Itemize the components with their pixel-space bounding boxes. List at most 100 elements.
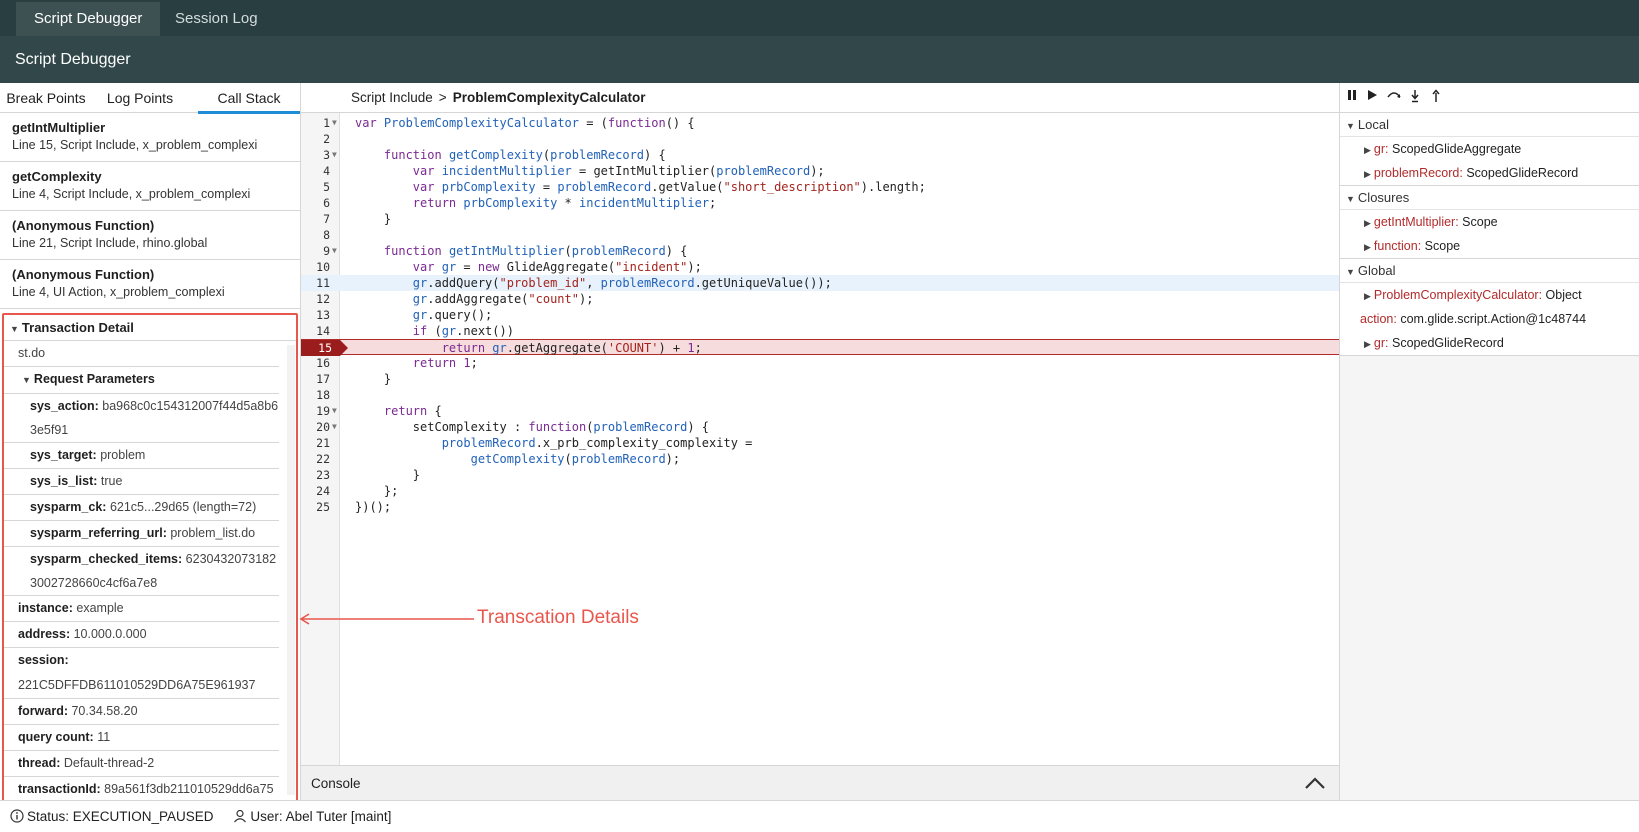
- transaction-url-value: st.do: [18, 346, 46, 360]
- code-text: setComplexity : function(problemRecord) …: [355, 420, 710, 434]
- code-area[interactable]: 1 ▼ var ProblemComplexityCalculator = (fun…: [301, 115, 1339, 515]
- line-number[interactable]: 3: [301, 147, 330, 163]
- code-text: }: [355, 372, 392, 386]
- line-number[interactable]: 23: [301, 467, 330, 483]
- page-title: Script Debugger: [0, 36, 1639, 83]
- param-key: sysparm_checked_items:: [30, 552, 183, 566]
- scope-variable[interactable]: ▶ ProblemComplexityCalculator: Object: [1340, 283, 1639, 307]
- fold-toggle-icon[interactable]: ▼: [332, 115, 337, 131]
- line-number[interactable]: 6: [301, 195, 330, 211]
- chevron-up-icon[interactable]: [1305, 777, 1325, 789]
- collapsed-triangle-icon: ▶: [1364, 169, 1371, 179]
- code-line: 2: [301, 131, 1339, 147]
- line-number[interactable]: 2: [301, 131, 330, 147]
- scope-variable[interactable]: ▶ gr: ScopedGlideRecord: [1340, 331, 1639, 355]
- code-line: 21 problemRecord.x_prb_complexity_comple…: [301, 435, 1339, 451]
- step-into-icon[interactable]: [1407, 89, 1423, 105]
- request-parameters-label: Request Parameters: [33, 372, 155, 386]
- scope-local-label: Local: [1357, 117, 1389, 132]
- line-number[interactable]: 1: [301, 115, 330, 131]
- code-text: return {: [383, 404, 442, 418]
- detail-key: instance:: [18, 601, 73, 615]
- step-out-icon[interactable]: [1428, 89, 1444, 105]
- detail-value: Default-thread-2: [63, 756, 155, 770]
- line-number[interactable]: 24: [301, 483, 330, 499]
- line-number[interactable]: 18: [301, 387, 330, 403]
- collapsed-triangle-icon: ▶: [1364, 218, 1371, 228]
- console-bar[interactable]: Console: [301, 765, 1339, 800]
- line-number[interactable]: 16: [301, 355, 330, 371]
- call-stack-item[interactable]: (Anonymous Function) Line 4, UI Action, …: [0, 260, 300, 309]
- variable-name: problemRecord:: [1373, 166, 1463, 180]
- line-number[interactable]: 13: [301, 307, 330, 323]
- scope-closures-header[interactable]: ▼ Closures: [1340, 186, 1639, 210]
- transaction-detail-header[interactable]: ▼ Transaction Detail: [4, 315, 296, 341]
- code-line: 25})();: [301, 499, 1339, 515]
- breadcrumb-parent[interactable]: Script Include: [351, 90, 433, 105]
- scope-global-header[interactable]: ▼ Global: [1340, 259, 1639, 283]
- breadcrumb-current: ProblemComplexityCalculator: [452, 90, 646, 105]
- detail-row: forward: 70.34.58.20: [4, 699, 279, 725]
- code-line: 23 }: [301, 467, 1339, 483]
- tab-session-log[interactable]: Session Log: [157, 2, 276, 36]
- fold-toggle-icon[interactable]: ▼: [332, 419, 337, 435]
- param-row: sysparm_referring_url: problem_list.do: [4, 521, 279, 547]
- call-stack-item[interactable]: getIntMultiplier Line 15, Script Include…: [0, 113, 300, 162]
- scope-variable[interactable]: action: com.glide.script.Action@1c48744: [1340, 307, 1639, 331]
- scrollbar-track[interactable]: [287, 345, 295, 795]
- scope-local-header[interactable]: ▼ Local: [1340, 113, 1639, 137]
- line-number[interactable]: 11: [301, 275, 330, 291]
- line-number[interactable]: 15: [301, 340, 340, 356]
- variable-value: ScopedGlideRecord: [1466, 166, 1579, 180]
- code-line: 14 if (gr.next()): [301, 323, 1339, 339]
- code-text: function getIntMultiplier(problemRecord)…: [383, 244, 688, 258]
- play-icon[interactable]: [1364, 89, 1380, 105]
- line-number[interactable]: 21: [301, 435, 330, 451]
- line-number[interactable]: 17: [301, 371, 330, 387]
- request-parameters-toggle[interactable]: ▼ Request Parameters: [4, 367, 279, 394]
- variable-name: gr:: [1373, 336, 1389, 350]
- line-number[interactable]: 10: [301, 259, 330, 275]
- line-number[interactable]: 14: [301, 323, 330, 339]
- tab-script-debugger[interactable]: Script Debugger: [16, 2, 161, 36]
- line-number[interactable]: 7: [301, 211, 330, 227]
- scope-variable[interactable]: ▶ function: Scope: [1340, 234, 1639, 258]
- variable-name: action:: [1360, 312, 1397, 326]
- line-number[interactable]: 12: [301, 291, 330, 307]
- code-text: return prbComplexity * incidentMultiplie…: [412, 196, 717, 210]
- transaction-detail-title: Transaction Detail: [21, 320, 134, 335]
- param-key: sysparm_referring_url:: [30, 526, 167, 540]
- pause-icon[interactable]: [1344, 89, 1360, 105]
- tab-log-points[interactable]: Log Points: [100, 83, 180, 113]
- line-number[interactable]: 8: [301, 227, 330, 243]
- fold-toggle-icon[interactable]: ▼: [332, 403, 337, 419]
- code-line: 12 gr.addAggregate("count");: [301, 291, 1339, 307]
- tab-break-points[interactable]: Break Points: [0, 83, 92, 113]
- line-number[interactable]: 9: [301, 243, 330, 259]
- variable-value: Scope: [1424, 239, 1461, 253]
- line-number[interactable]: 5: [301, 179, 330, 195]
- call-stack-item[interactable]: (Anonymous Function) Line 21, Script Inc…: [0, 211, 300, 260]
- line-number[interactable]: 4: [301, 163, 330, 179]
- detail-value: example: [76, 601, 124, 615]
- code-text: gr.query();: [412, 308, 493, 322]
- fold-toggle-icon[interactable]: ▼: [332, 243, 337, 259]
- tab-call-stack[interactable]: Call Stack: [198, 83, 300, 114]
- param-row: sysparm_ck: 621c5...29d65 (length=72): [4, 495, 279, 521]
- line-number[interactable]: 20: [301, 419, 330, 435]
- scope-variable[interactable]: ▶ gr: ScopedGlideAggregate: [1340, 137, 1639, 161]
- step-over-icon[interactable]: [1386, 89, 1402, 105]
- user-icon: [234, 809, 247, 823]
- fold-toggle-icon[interactable]: ▼: [332, 147, 337, 163]
- line-number[interactable]: 25: [301, 499, 330, 515]
- call-stack-item[interactable]: getComplexity Line 4, Script Include, x_…: [0, 162, 300, 211]
- right-panel: ▼ Local ▶ gr: ScopedGlideAggregate ▶ proble…: [1339, 83, 1639, 800]
- scope-variable[interactable]: ▶ problemRecord: ScopedGlideRecord: [1340, 161, 1639, 185]
- line-number[interactable]: 19: [301, 403, 330, 419]
- left-tab-bar: Break Points Log Points Call Stack: [0, 83, 300, 114]
- breakpoint-marker-icon[interactable]: [340, 340, 348, 356]
- line-number[interactable]: 22: [301, 451, 330, 467]
- variable-value: Object: [1545, 288, 1582, 302]
- code-text: };: [355, 484, 399, 498]
- scope-variable[interactable]: ▶ getIntMultiplier: Scope: [1340, 210, 1639, 234]
